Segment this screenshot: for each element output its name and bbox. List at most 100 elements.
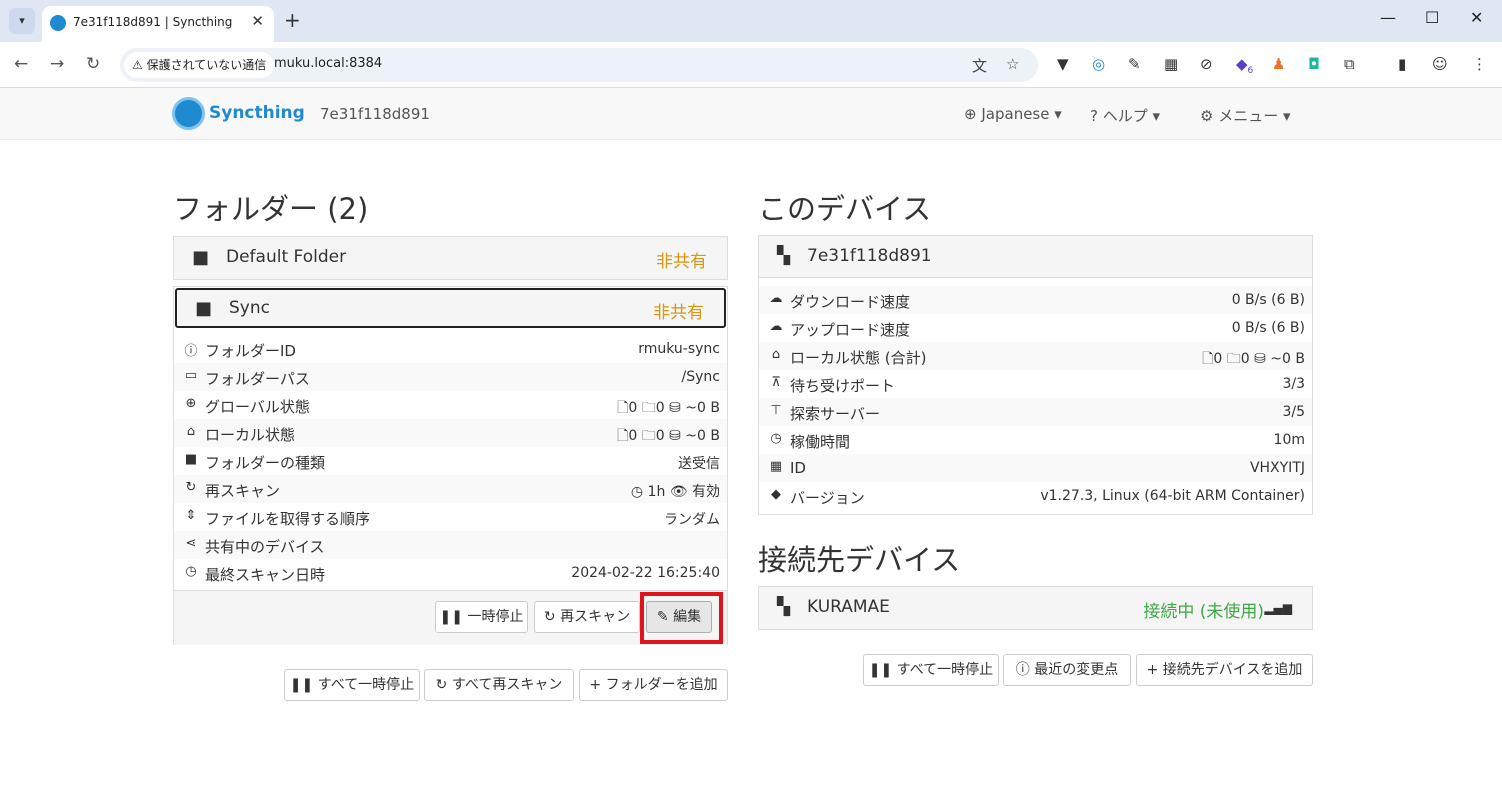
gear-icon: ⚙	[1200, 107, 1214, 125]
this-device-heading: このデバイス	[758, 192, 932, 226]
browser-toolbar: ← → ↻ ⚠ 保護されていない通信 muku.local:8384 文 ☆ ▼…	[0, 42, 1502, 88]
clock-icon: ◷	[185, 564, 197, 579]
folder-status: 非共有	[653, 303, 704, 323]
share-icon: ⋖	[185, 536, 197, 551]
qr-code-icon[interactable]: ▦	[1164, 55, 1178, 73]
uptime-row: ◷ 稼働時間 10m	[759, 426, 1312, 454]
qr-code-icon: ▦	[769, 459, 783, 474]
row-label: ダウンロード速度	[790, 293, 911, 311]
row-value: 0 B/s (6 B)	[1231, 320, 1305, 336]
button-label: すべて一時停止	[317, 677, 415, 693]
back-icon[interactable]: ←	[14, 54, 28, 74]
button-label: 一時停止	[467, 609, 524, 625]
pause-folder-button[interactable]: ❚❚ 一時停止	[435, 601, 528, 633]
button-label: 再スキャン	[560, 609, 631, 625]
home-icon: ⌂	[771, 347, 781, 362]
profile-avatar-icon[interactable]: ☺	[1432, 55, 1448, 73]
syncthing-logo-icon[interactable]	[172, 97, 205, 130]
extension-badge-icon[interactable]: ◆6	[1236, 55, 1253, 76]
local-state-row: ⌂ ローカル状態 🗋0 🗀0 ⛁ ~0 B	[174, 419, 727, 447]
browser-tab[interactable]: 7e31f118d891 | Syncthing ✕	[42, 6, 274, 42]
remote-device-status: 接続中 (未使用)	[1143, 602, 1264, 622]
eyedropper-icon[interactable]: ✎	[1128, 55, 1141, 73]
add-folder-button[interactable]: + フォルダーを追加	[579, 669, 728, 701]
tab-close-icon[interactable]: ✕	[251, 12, 264, 30]
translate-icon[interactable]: 文	[972, 55, 987, 76]
extension-square-icon[interactable]: ◘	[1308, 55, 1320, 73]
add-device-button[interactable]: + 接続先デバイスを追加	[1136, 654, 1313, 686]
row-value: 10m	[1273, 432, 1305, 448]
version-row: ◆ バージョン v1.27.3, Linux (64-bit ARM Contain…	[759, 482, 1312, 510]
maximize-icon[interactable]: ☐	[1425, 8, 1439, 27]
forward-icon[interactable]: →	[50, 54, 64, 74]
minimize-icon[interactable]: —	[1380, 8, 1396, 27]
this-device-panel: ▚ 7e31f118d891 ☁ ダウンロード速度 0 B/s (6 B) ☁ アップ…	[758, 235, 1313, 515]
device-identicon-icon: ▚	[777, 597, 791, 617]
pause-all-folders-button[interactable]: ❚❚ すべて一時停止	[284, 669, 420, 701]
device-id-row: ▦ ID VHXYITJ	[759, 454, 1312, 482]
row-value: 🗋0 🗀0 ⛁ ~0 B	[1202, 351, 1305, 367]
sync-folder-header[interactable]: ■ Sync 非共有	[175, 288, 726, 328]
brand-name[interactable]: Syncthing	[209, 103, 305, 123]
home-icon: ⌂	[186, 424, 196, 439]
this-device-header[interactable]: ▚ 7e31f118d891	[759, 236, 1312, 278]
address-bar[interactable]: ⚠ 保護されていない通信 muku.local:8384 文 ☆	[120, 48, 1038, 82]
row-label: ID	[790, 459, 806, 477]
extension-v-icon[interactable]: ▼	[1057, 55, 1069, 73]
row-value: /Sync	[681, 369, 720, 385]
folders-heading: フォルダー (2)	[173, 192, 369, 226]
extension-chess-icon[interactable]: ♟	[1272, 55, 1285, 73]
signal-bars-icon: ▂▄▆	[1264, 601, 1292, 615]
last-scan-row: ◷ 最終スキャン日時 2024-02-22 16:25:40	[174, 559, 727, 587]
extension-circle-icon[interactable]: ◎	[1092, 55, 1105, 73]
row-label: バージョン	[790, 489, 865, 507]
refresh-icon: ↻	[543, 609, 556, 625]
plus-icon: +	[1146, 662, 1159, 678]
row-value[interactable]: VHXYITJ	[1250, 460, 1305, 476]
folder-open-icon: ▭	[184, 368, 198, 383]
download-rate-row: ☁ ダウンロード速度 0 B/s (6 B)	[759, 286, 1312, 314]
row-label: ファイルを取得する順序	[205, 510, 371, 528]
tab-search-button[interactable]: ▾	[9, 8, 35, 34]
browser-menu-icon[interactable]: ⋮	[1472, 55, 1487, 73]
row-value: ◷ 1h 👁 有効	[630, 484, 720, 500]
rescan-folder-button[interactable]: ↻ 再スキャン	[534, 601, 640, 633]
reload-icon[interactable]: ↻	[86, 54, 100, 74]
rescan-all-button[interactable]: ↻ すべて再スキャン	[424, 669, 574, 701]
folder-id-row: ⓘ フォルダーID rmuku-sync	[174, 335, 727, 363]
question-icon: ?	[1090, 107, 1098, 125]
url-text: muku.local:8384	[274, 56, 383, 71]
sitemap-icon: ⊼	[771, 375, 781, 390]
pause-all-devices-button[interactable]: ❚❚ すべて一時停止	[863, 654, 999, 686]
button-label: すべて再スキャン	[451, 677, 563, 693]
device-identicon-icon: ▚	[777, 246, 791, 266]
security-chip[interactable]: ⚠ 保護されていない通信	[124, 52, 275, 78]
new-tab-icon[interactable]: +	[284, 8, 301, 32]
help-dropdown[interactable]: ? ヘルプ ▾	[1090, 105, 1160, 126]
row-label: フォルダーID	[205, 342, 296, 360]
remote-device-panel[interactable]: ▚ KURAMAE 接続中 (未使用) ▂▄▆	[758, 586, 1313, 630]
close-window-icon[interactable]: ✕	[1470, 8, 1483, 27]
recent-changes-button[interactable]: ⓘ 最近の変更点	[1003, 654, 1131, 686]
signpost-icon: ⊤	[770, 403, 782, 418]
row-value[interactable]: 3/3	[1282, 376, 1305, 392]
global-state-row: ⊕ グローバル状態 🗋0 🗀0 ⛁ ~0 B	[174, 391, 727, 419]
pause-icon: ❚❚	[439, 609, 463, 625]
bookmark-star-icon[interactable]: ☆	[1006, 55, 1019, 73]
highlight-box	[640, 592, 723, 644]
row-label: フォルダーパス	[205, 370, 310, 388]
folder-status: 非共有	[656, 252, 707, 272]
row-value[interactable]: 3/5	[1282, 404, 1305, 420]
folder-icon: ■	[192, 247, 210, 268]
block-icon[interactable]: ⊘	[1200, 55, 1213, 73]
device-name: 7e31f118d891	[807, 246, 932, 266]
default-folder-panel[interactable]: ■ Default Folder 非共有	[173, 236, 728, 280]
row-label: 最終スキャン日時	[205, 566, 326, 584]
side-panel-icon[interactable]: ▮	[1398, 55, 1406, 73]
extensions-puzzle-icon[interactable]: ⧉	[1344, 55, 1355, 73]
menu-dropdown[interactable]: ⚙ メニュー ▾	[1200, 105, 1291, 126]
info-icon: ⓘ	[184, 344, 198, 359]
row-value: ランダム	[664, 512, 720, 528]
language-dropdown[interactable]: ⊕ Japanese ▾	[964, 105, 1062, 123]
button-label: すべて一時停止	[896, 662, 994, 678]
